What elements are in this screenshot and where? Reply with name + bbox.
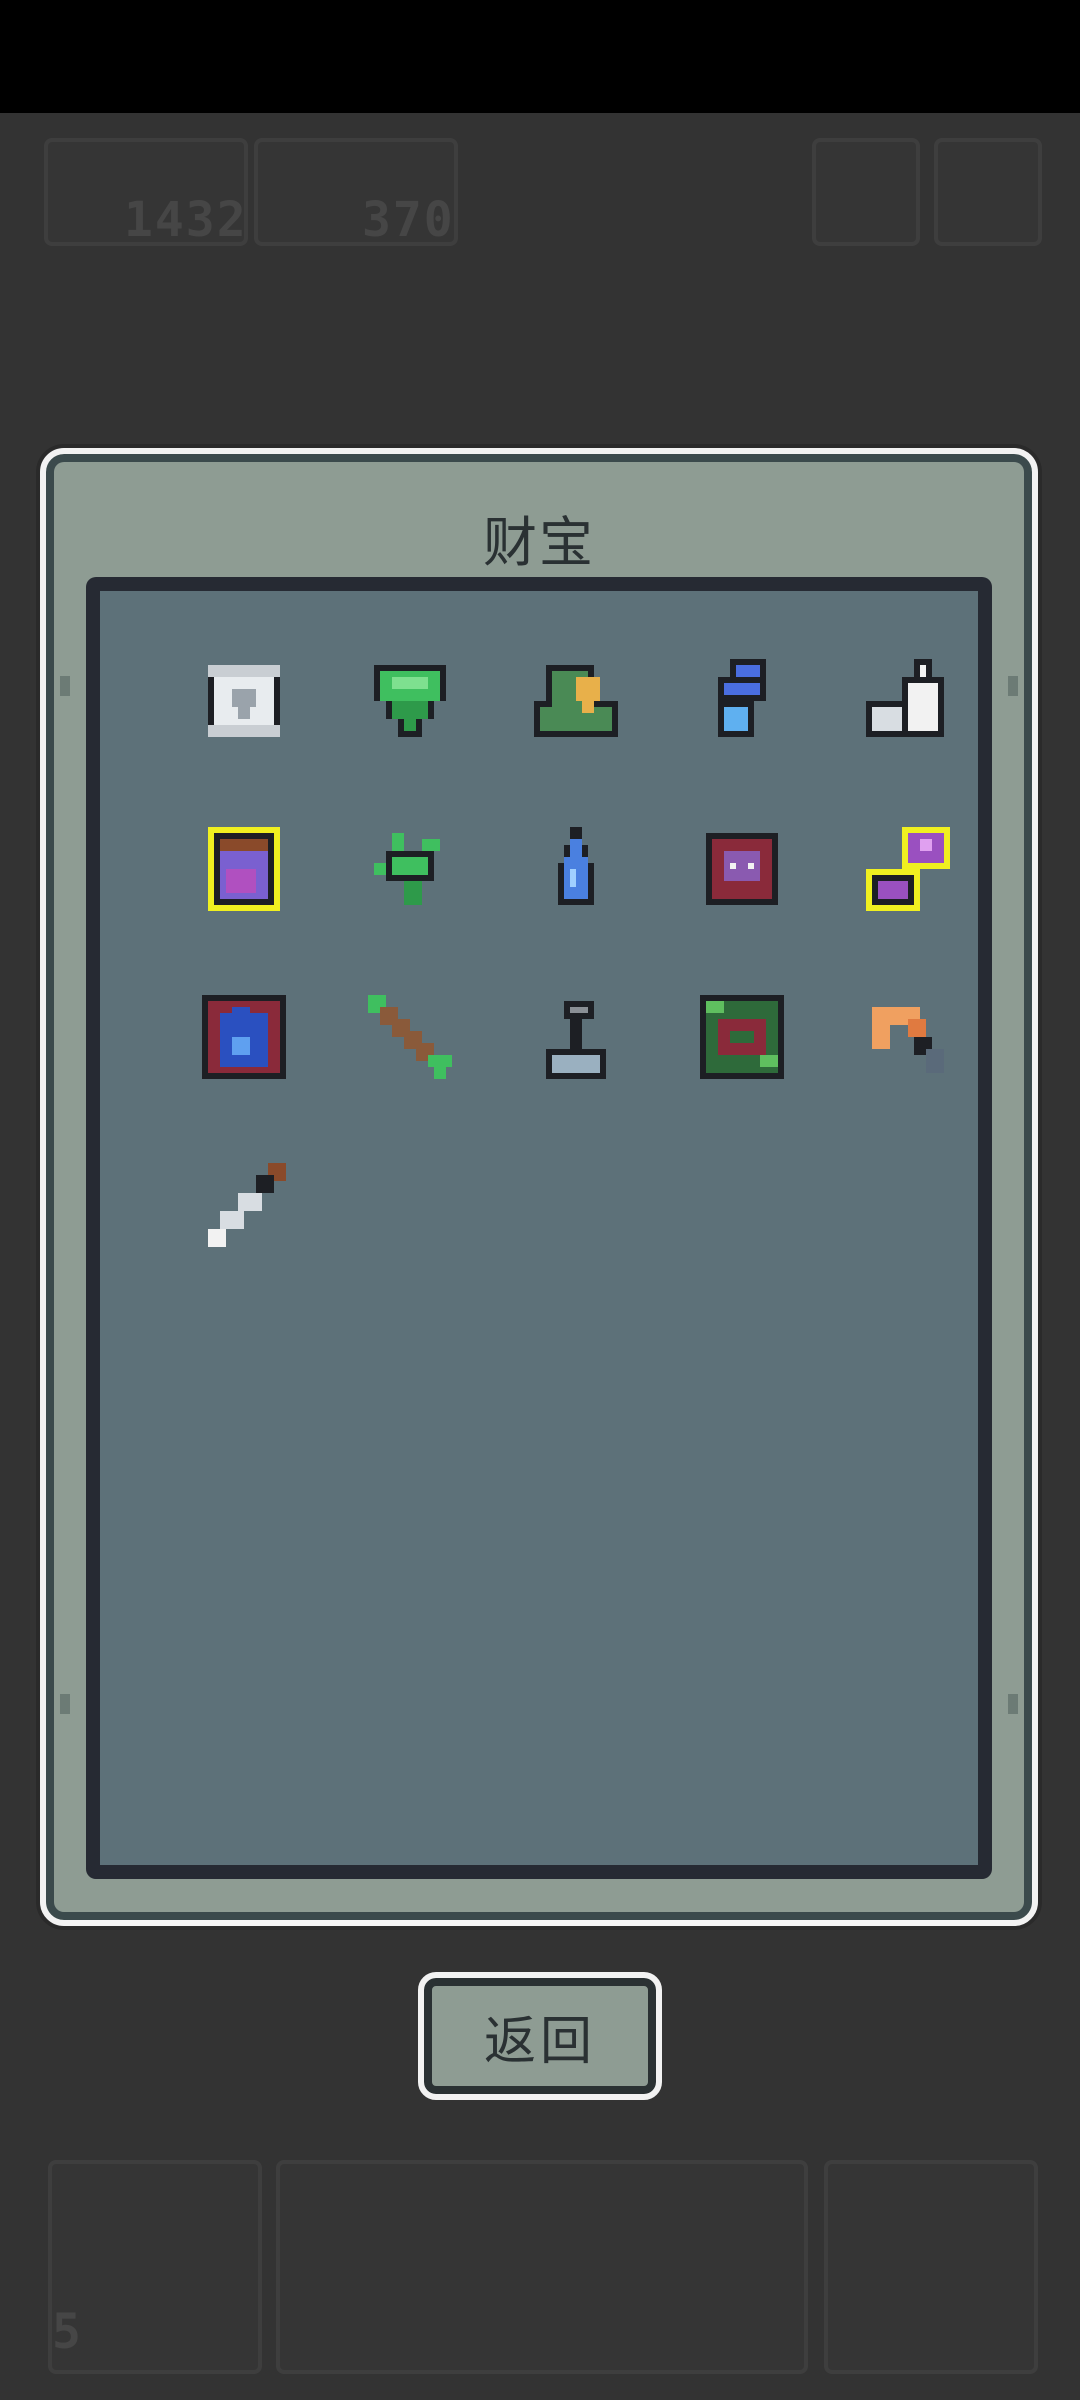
resource-b-value: 370 (362, 192, 455, 248)
rivet (60, 1694, 70, 1714)
top-right-button-2 (934, 138, 1042, 246)
potion-jar-icon[interactable] (196, 821, 292, 917)
return-button[interactable]: 返回 (418, 1972, 662, 2100)
dagger-icon[interactable] (196, 1157, 292, 1253)
rivet (1008, 676, 1018, 696)
bottom-center-panel (276, 2160, 808, 2374)
green-hood-icon[interactable] (528, 653, 624, 749)
resource-a-value: 1432 (124, 192, 248, 248)
demon-shield-icon[interactable] (694, 821, 790, 917)
water-drop-icon[interactable] (528, 821, 624, 917)
blue-flame-tile-icon[interactable] (196, 989, 292, 1085)
blue-wisp-icon[interactable] (694, 653, 790, 749)
arrow-icon[interactable] (362, 989, 458, 1085)
green-gem-icon[interactable] (362, 653, 458, 749)
bottom-counter: 5 (52, 2304, 83, 2360)
vine-tile-icon[interactable] (694, 989, 790, 1085)
white-fang-icon[interactable] (860, 653, 956, 749)
rivet (1008, 1694, 1018, 1714)
bottom-right-button (824, 2160, 1038, 2374)
herb-sprout-icon[interactable] (362, 821, 458, 917)
treasure-grid (86, 577, 992, 1879)
purple-key-icon[interactable] (860, 821, 956, 917)
rivet (60, 676, 70, 696)
scroll-icon[interactable] (196, 653, 292, 749)
lever-icon[interactable] (528, 989, 624, 1085)
treasure-dialog: 财宝 (40, 448, 1038, 1926)
orange-horn-icon[interactable] (860, 989, 956, 1085)
dialog-title: 财宝 (483, 511, 595, 574)
top-right-button-1 (812, 138, 920, 246)
